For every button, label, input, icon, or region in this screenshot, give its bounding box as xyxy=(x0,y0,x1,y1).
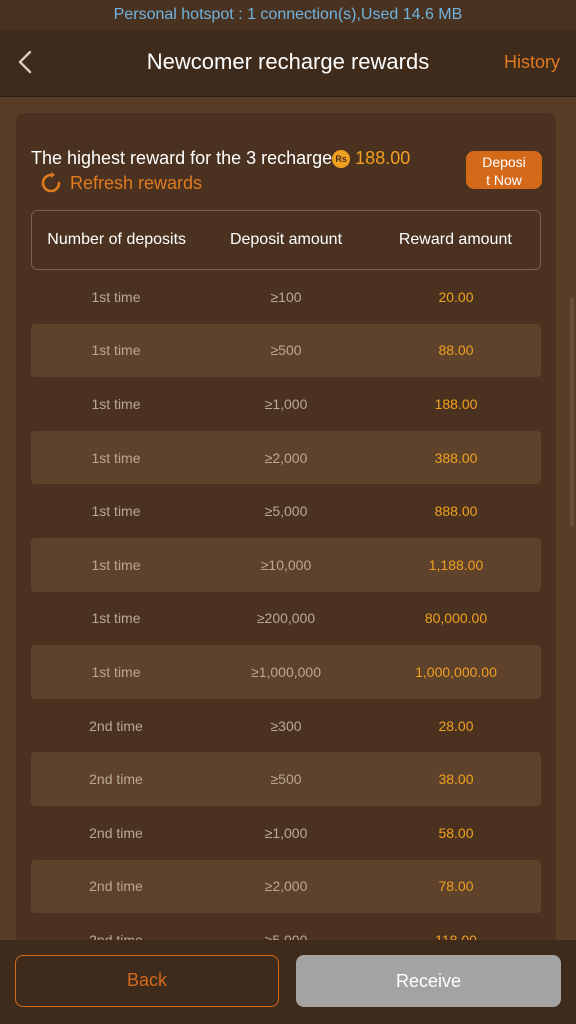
status-bar: Personal hotspot : 1 connection(s),Used … xyxy=(0,0,576,30)
reward-amount-cell: 888.00 xyxy=(434,503,478,520)
page-title: Newcomer recharge rewards xyxy=(146,49,430,74)
footer-bar: Back Receive xyxy=(0,940,576,1024)
deposit-count-cell: 1st time xyxy=(91,342,141,359)
history-link[interactable]: History xyxy=(504,30,560,96)
deposit-count-cell: 1st time xyxy=(91,395,141,412)
table-row: 1st time ≥1,000 188.00 xyxy=(31,377,541,431)
deposit-amount-cell: ≥500 xyxy=(270,771,302,788)
highest-reward-text: The highest reward for the 3 recharge xyxy=(31,148,333,168)
table-row: 2nd time ≥1,000 58.00 xyxy=(31,806,541,860)
table-row: 1st time ≥100 20.00 xyxy=(31,270,541,324)
scrollbar[interactable] xyxy=(570,297,574,527)
table-row: 1st time ≥200,000 80,000.00 xyxy=(31,592,541,646)
reward-amount-cell: 20.00 xyxy=(438,288,474,305)
refresh-icon xyxy=(41,172,61,193)
table-row: 2nd time ≥500 38.00 xyxy=(31,752,541,806)
header-deposit-amount: Deposit amount xyxy=(229,231,343,248)
deposit-count-cell: 1st time xyxy=(91,556,141,573)
deposit-count-cell: 1st time xyxy=(91,503,141,520)
deposit-count-cell: 1st time xyxy=(91,663,141,680)
reward-amount-cell: 58.00 xyxy=(438,824,474,841)
refresh-rewards-label: Refresh rewards xyxy=(70,172,203,193)
rewards-table-body: 1st time ≥100 20.00 1st time ≥500 88.00 … xyxy=(31,270,541,967)
highest-reward-amount: 188.00 xyxy=(355,148,411,168)
reward-amount-cell: 78.00 xyxy=(438,878,474,895)
deposit-count-cell: 2nd time xyxy=(89,824,143,841)
table-row: 2nd time ≥300 28.00 xyxy=(31,699,541,753)
deposit-amount-cell: ≥300 xyxy=(270,717,302,734)
reward-amount-cell: 28.00 xyxy=(438,717,474,734)
table-row: 1st time ≥2,000 388.00 xyxy=(31,430,541,485)
deposit-amount-cell: ≥1,000 xyxy=(264,395,308,412)
receive-button[interactable]: Receive xyxy=(296,955,561,1007)
deposit-now-button[interactable]: Deposi t Now xyxy=(466,151,542,189)
deposit-amount-cell: ≥2,000 xyxy=(264,878,308,895)
reward-amount-cell: 1,000,000.00 xyxy=(415,663,497,680)
deposit-amount-cell: ≥2,000 xyxy=(264,449,308,466)
header-reward-amount: Reward amount xyxy=(398,231,512,248)
deposit-amount-cell: ≥5,000 xyxy=(264,503,308,520)
table-row: 1st time ≥500 88.00 xyxy=(31,323,541,378)
deposit-count-cell: 2nd time xyxy=(89,717,143,734)
table-row: 1st time ≥5,000 888.00 xyxy=(31,484,541,538)
back-arrow-icon[interactable] xyxy=(14,46,38,78)
reward-amount-cell: 188.00 xyxy=(434,395,478,412)
table-row: 1st time ≥1,000,000 1,000,000.00 xyxy=(31,645,541,699)
rewards-card: The highest reward for the 3 recharge Rs… xyxy=(16,113,556,953)
refresh-rewards-button[interactable]: Refresh rewards xyxy=(40,172,202,194)
deposit-count-cell: 1st time xyxy=(91,610,141,627)
deposit-count-cell: 2nd time xyxy=(89,771,143,788)
reward-amount-cell: 88.00 xyxy=(438,342,474,359)
deposit-count-cell: 2nd time xyxy=(89,878,143,895)
status-bar-text: Personal hotspot : 1 connection(s),Used … xyxy=(113,6,463,23)
back-button[interactable]: Back xyxy=(15,955,279,1007)
main-content: The highest reward for the 3 recharge Rs… xyxy=(0,97,576,953)
reward-amount-cell: 80,000.00 xyxy=(424,610,488,627)
table-header: Number of deposits Deposit amount Reward… xyxy=(31,210,541,270)
reward-amount-cell: 38.00 xyxy=(438,771,474,788)
reward-amount-cell: 1,188.00 xyxy=(428,556,484,573)
deposit-amount-cell: ≥100 xyxy=(270,288,302,305)
app-header: Newcomer recharge rewards History xyxy=(0,30,576,97)
deposit-count-cell: 1st time xyxy=(91,449,141,466)
deposit-amount-cell: ≥1,000,000 xyxy=(251,663,321,680)
header-number-of-deposits: Number of deposits xyxy=(47,231,187,248)
deposit-amount-cell: ≥200,000 xyxy=(256,610,316,627)
reward-amount-cell: 388.00 xyxy=(434,449,478,466)
deposit-amount-cell: ≥500 xyxy=(270,342,302,359)
table-row: 1st time ≥10,000 1,188.00 xyxy=(31,537,541,592)
table-row: 2nd time ≥2,000 78.00 xyxy=(31,859,541,914)
deposit-count-cell: 1st time xyxy=(91,288,141,305)
rupee-coin-icon: Rs xyxy=(332,149,351,168)
deposit-amount-cell: ≥10,000 xyxy=(260,556,312,573)
deposit-now-label: Deposi t Now xyxy=(482,154,526,188)
deposit-amount-cell: ≥1,000 xyxy=(264,824,308,841)
highest-reward-line: The highest reward for the 3 recharge Rs… xyxy=(31,148,410,169)
